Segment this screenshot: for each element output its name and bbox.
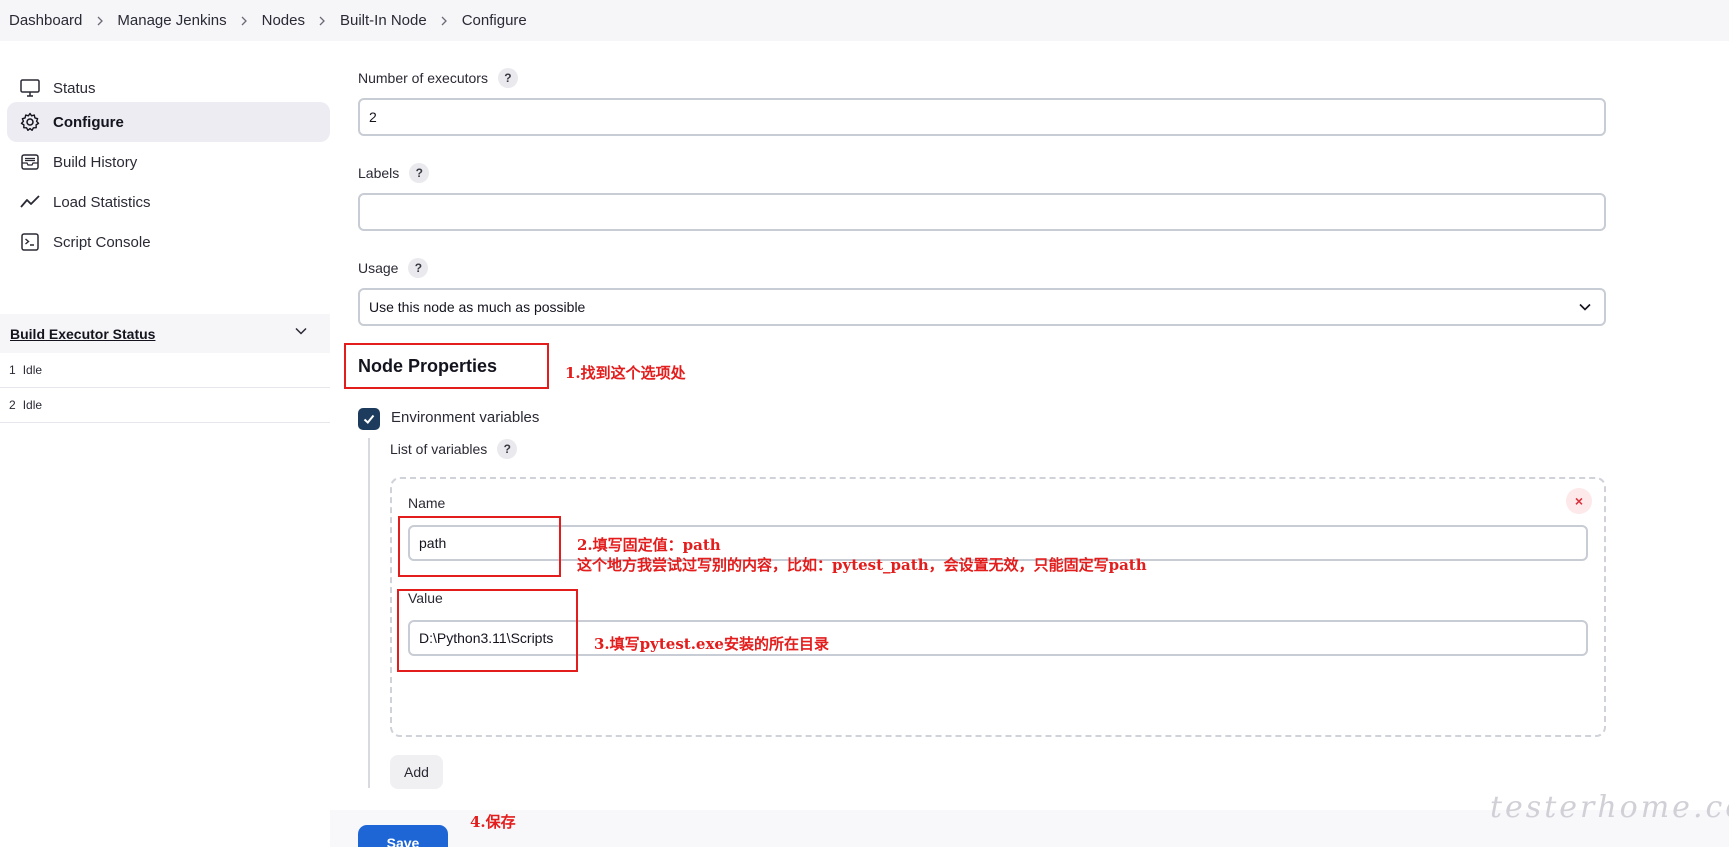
executor-row: 2 Idle — [0, 388, 330, 423]
annotation-box-node-properties — [344, 343, 549, 389]
sidebar-item-label: Build History — [53, 153, 138, 171]
annotation-step-3: 3.填写pytest.exe安装的所在目录 — [594, 635, 829, 653]
usage-label: Usage ? — [358, 258, 429, 278]
sidebar-item-script-console[interactable]: Script Console — [7, 222, 330, 262]
chevron-down-icon[interactable] — [294, 324, 308, 343]
usage-select-value: Use this node as much as possible — [369, 299, 586, 315]
labels-label-text: Labels — [358, 165, 400, 181]
help-icon[interactable]: ? — [497, 439, 518, 459]
help-icon[interactable]: ? — [497, 68, 518, 88]
name-label: Name — [408, 495, 446, 511]
executor-row: 1 Idle — [0, 353, 330, 388]
environment-variables-checkbox[interactable] — [358, 408, 380, 430]
breadcrumb-dashboard[interactable]: Dashboard — [9, 12, 82, 29]
breadcrumb-built-in-node[interactable]: Built-In Node — [340, 12, 427, 29]
sidebar-item-load-statistics[interactable]: Load Statistics — [7, 182, 330, 222]
monitor-icon — [19, 77, 41, 99]
chevron-right-icon — [227, 16, 262, 26]
list-of-variables-label-text: List of variables — [390, 441, 488, 457]
gear-icon — [19, 111, 41, 133]
help-icon[interactable]: ? — [408, 258, 429, 278]
save-button[interactable]: Save — [358, 825, 448, 847]
annotation-box-value — [397, 589, 578, 672]
build-executor-status-title[interactable]: Build Executor Status — [10, 326, 155, 342]
breadcrumb-manage-jenkins[interactable]: Manage Jenkins — [117, 12, 226, 29]
annotation-step-4: 4.保存 — [470, 813, 516, 831]
sidebar: Status Configure Build History Load Stat… — [0, 41, 330, 847]
annotation-step-1: 1.找到这个选项处 — [565, 364, 686, 382]
help-icon[interactable]: ? — [409, 163, 430, 183]
sidebar-item-configure[interactable]: Configure — [7, 102, 330, 142]
executor-number: 1 — [9, 363, 16, 377]
build-executor-status-header[interactable]: Build Executor Status — [0, 314, 330, 353]
delete-variable-button[interactable]: × — [1566, 488, 1592, 514]
usage-select[interactable]: Use this node as much as possible — [358, 288, 1606, 326]
watermark: testerhome.com — [1490, 790, 1729, 825]
chevron-right-icon — [82, 16, 117, 26]
usage-label-text: Usage — [358, 260, 399, 276]
trend-icon — [19, 191, 41, 213]
executors-label-text: Number of executors — [358, 70, 488, 86]
add-variable-button[interactable]: Add — [390, 755, 443, 789]
annotation-step-2: 2.填写固定值：path — [577, 536, 721, 554]
nested-section-divider — [368, 438, 370, 788]
labels-label: Labels ? — [358, 163, 430, 183]
executors-input[interactable]: 2 — [358, 98, 1606, 136]
check-icon — [363, 414, 375, 424]
sidebar-item-build-history[interactable]: Build History — [7, 142, 330, 182]
executor-status: Idle — [22, 363, 43, 377]
executor-number: 2 — [9, 398, 16, 412]
sidebar-item-label: Script Console — [53, 233, 151, 251]
breadcrumb-nodes[interactable]: Nodes — [262, 12, 305, 29]
chevron-right-icon — [305, 16, 340, 26]
breadcrumb: Dashboard Manage Jenkins Nodes Built-In … — [0, 0, 1729, 41]
executors-label: Number of executors ? — [358, 68, 518, 88]
terminal-icon — [19, 231, 41, 253]
annotation-box-name — [398, 516, 561, 577]
list-of-variables-label: List of variables ? — [390, 439, 518, 459]
chevron-down-icon — [1579, 303, 1591, 311]
labels-input[interactable] — [358, 193, 1606, 231]
chevron-right-icon — [427, 16, 462, 26]
inbox-icon — [19, 151, 41, 173]
breadcrumb-configure[interactable]: Configure — [462, 12, 527, 29]
executor-status: Idle — [22, 398, 43, 412]
sidebar-item-label: Configure — [53, 113, 124, 131]
sidebar-item-label: Load Statistics — [53, 193, 151, 211]
sidebar-item-label: Status — [53, 79, 96, 97]
variable-value-input[interactable]: D:\Python3.11\Scripts — [408, 620, 1588, 656]
environment-variables-label[interactable]: Environment variables — [391, 409, 539, 426]
annotation-step-2-note: 这个地方我尝试过写别的内容，比如：pytest_path，会设置无效，只能固定写… — [577, 556, 1147, 574]
